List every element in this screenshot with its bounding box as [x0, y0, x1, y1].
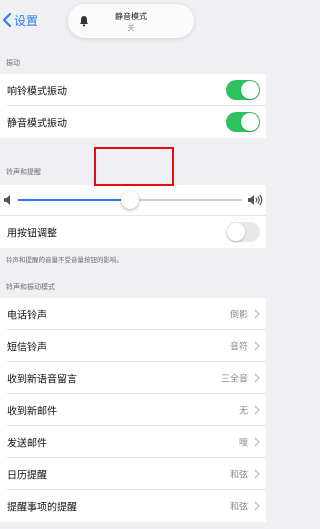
row-label: 发送邮件: [7, 438, 47, 450]
chevron-right-icon: [254, 469, 260, 479]
sound-row[interactable]: 收到新邮件 无: [0, 394, 266, 426]
banner-title: 静音模式: [115, 12, 147, 21]
volume-thumb[interactable]: [121, 191, 139, 209]
button-adjust-row: 用按钮调整: [0, 215, 266, 248]
back-label: 设置: [14, 13, 39, 28]
row-value: 和弦: [229, 470, 248, 481]
ring-vibrate-toggle[interactable]: [226, 80, 260, 100]
row-value: 嗖: [238, 438, 248, 449]
back-button[interactable]: 设置: [2, 10, 38, 30]
chevron-left-icon: [3, 13, 11, 27]
banner-subtitle: 关: [127, 24, 135, 32]
chevron-right-icon: [254, 373, 260, 383]
speaker-high-icon: [248, 194, 263, 206]
chevron-right-icon: [254, 309, 260, 319]
sound-row[interactable]: 发送邮件 嗖: [0, 426, 266, 458]
silent-vibrate-row: 静音模式振动: [0, 106, 266, 138]
row-label: 收到新邮件: [7, 406, 57, 418]
section-header-vibrate: 振动: [6, 59, 20, 67]
row-value: 和弦: [229, 502, 248, 513]
row-label: 日历提醒: [7, 470, 47, 482]
chevron-right-icon: [254, 501, 260, 511]
row-label: 响铃模式振动: [7, 86, 67, 98]
nav-bar: 设置 静音模式 关: [0, 0, 266, 40]
row-label: 短信铃声: [7, 342, 47, 354]
row-value: 音符: [229, 342, 248, 353]
sound-row[interactable]: 收到新语音留言 三全音: [0, 362, 266, 394]
toggle-knob: [227, 223, 245, 241]
row-value: 无: [238, 406, 248, 417]
row-label: 电话铃声: [7, 310, 47, 322]
silent-mode-banner: 静音模式 关: [68, 4, 194, 38]
row-label: 用按钮调整: [7, 228, 57, 240]
chevron-right-icon: [254, 437, 260, 447]
sound-row[interactable]: 短信铃声 音符: [0, 330, 266, 362]
ringer-footnote: 铃声和提醒的音量不受音量按钮的影响。: [6, 256, 123, 264]
silent-vibrate-toggle[interactable]: [226, 112, 260, 132]
section-header-sounds: 铃声和振动模式: [6, 283, 55, 291]
row-label: 收到新语音留言: [7, 374, 77, 386]
row-value: 三全音: [220, 374, 248, 385]
sounds-group: 电话铃声 倒影 短信铃声 音符 收到新语音留言 三全音 收到新邮件 无 发送邮件…: [0, 298, 266, 522]
chevron-right-icon: [254, 405, 260, 415]
row-label: 静音模式振动: [7, 118, 67, 130]
toggle-knob: [241, 81, 259, 99]
highlight-box: [94, 147, 174, 186]
section-header-ringer: 铃声和提醒: [6, 168, 41, 176]
volume-slider-row: [0, 185, 266, 215]
ring-vibrate-row: 响铃模式振动: [0, 74, 266, 106]
sound-row[interactable]: 电话铃声 倒影: [0, 298, 266, 330]
row-label: 提醒事项的提醒: [7, 502, 77, 514]
volume-fill: [18, 199, 130, 201]
speaker-low-icon: [4, 195, 10, 205]
sound-row[interactable]: 提醒事项的提醒 和弦: [0, 490, 266, 522]
vibrate-group: 响铃模式振动 静音模式振动: [0, 74, 266, 138]
row-value: 倒影: [229, 310, 248, 321]
ringer-group: 用按钮调整: [0, 185, 266, 248]
sound-row[interactable]: 日历提醒 和弦: [0, 458, 266, 490]
toggle-knob: [241, 113, 259, 131]
button-adjust-toggle[interactable]: [226, 222, 260, 242]
chevron-right-icon: [254, 341, 260, 351]
volume-slider[interactable]: [18, 191, 242, 209]
